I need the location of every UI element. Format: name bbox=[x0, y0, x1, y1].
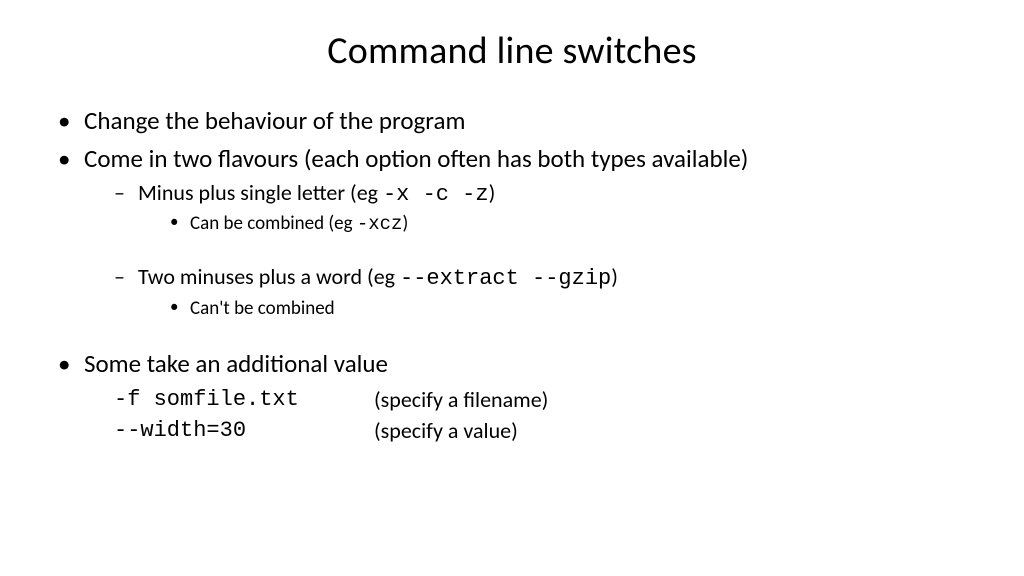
bullet-2-1-pre: Minus plus single letter (eg bbox=[138, 179, 383, 206]
bullet-3-text: Some take an additional value bbox=[84, 348, 388, 379]
bullet-list: Change the behaviour of the program Come… bbox=[40, 104, 984, 447]
bullet-2-2-1: Can't be combined bbox=[170, 296, 984, 322]
bullet-2-1-sublist: Can be combined (eg -xcz) bbox=[138, 211, 984, 238]
bullet-1-text: Change the behaviour of the program bbox=[84, 105, 465, 136]
bullet-2-text: Come in two flavours (each option often … bbox=[84, 143, 748, 174]
value-row-1-desc: (specify a filename) bbox=[374, 385, 548, 416]
bullet-2-2-sublist: Can't be combined bbox=[138, 296, 984, 322]
bullet-2-1-1-pre: Can be combined (eg bbox=[190, 212, 357, 235]
bullet-3: Some take an additional value -f somfile… bbox=[58, 347, 984, 446]
slide-title: Command line switches bbox=[40, 28, 984, 74]
value-row-2: --width=30 (specify a value) bbox=[114, 416, 984, 447]
value-row-2-desc: (specify a value) bbox=[374, 416, 518, 447]
value-row-2-code: --width=30 bbox=[114, 416, 374, 447]
spacer-2 bbox=[58, 325, 984, 347]
bullet-2-1-code: -x -c -z bbox=[383, 182, 489, 207]
bullet-2-1-1-post: ) bbox=[402, 212, 408, 235]
value-row-1: -f somfile.txt (specify a filename) bbox=[114, 385, 984, 416]
bullet-2-1-1-code: -xcz bbox=[357, 213, 403, 235]
bullet-2-2-pre: Two minuses plus a word (eg bbox=[138, 263, 400, 290]
bullet-2: Come in two flavours (each option often … bbox=[58, 142, 984, 321]
value-block: -f somfile.txt (specify a filename) --wi… bbox=[84, 385, 984, 447]
bullet-1: Change the behaviour of the program bbox=[58, 104, 984, 138]
bullet-2-2-1-text: Can't be combined bbox=[190, 297, 335, 320]
bullet-2-1: Minus plus single letter (eg -x -c -z) C… bbox=[114, 178, 984, 238]
bullet-2-1-post: ) bbox=[489, 179, 496, 206]
bullet-2-2: Two minuses plus a word (eg --extract --… bbox=[114, 262, 984, 321]
bullet-2-2-code: --extract --gzip bbox=[400, 266, 611, 291]
bullet-2-1-1: Can be combined (eg -xcz) bbox=[170, 211, 984, 238]
bullet-2-sublist: Minus plus single letter (eg -x -c -z) C… bbox=[84, 178, 984, 322]
value-row-1-code: -f somfile.txt bbox=[114, 385, 374, 416]
spacer bbox=[114, 240, 984, 262]
bullet-2-2-post: ) bbox=[611, 263, 618, 290]
